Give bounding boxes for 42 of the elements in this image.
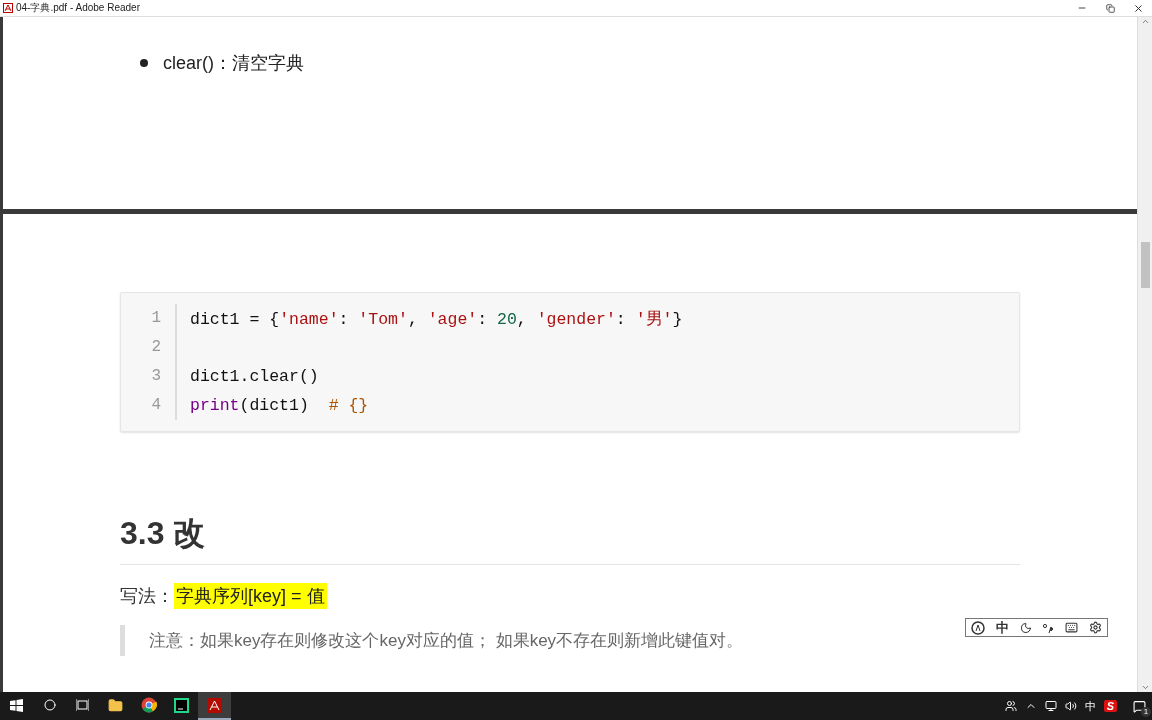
folder-icon[interactable] <box>108 697 123 713</box>
window-title: 04-字典.pdf - Adobe Reader <box>16 1 140 15</box>
code-line: dict1 = {'name': 'Tom', 'age': 20, 'gender': '男'} <box>190 308 683 330</box>
line-number: 1 <box>121 304 177 333</box>
moon-icon[interactable] <box>1019 621 1032 634</box>
people-icon[interactable] <box>1004 700 1017 712</box>
notification-count: 1 <box>1141 706 1151 717</box>
pdf-icon <box>3 3 13 13</box>
restore-icon[interactable] <box>1105 3 1115 13</box>
browser-icon[interactable] <box>140 697 157 713</box>
scrollbar[interactable] <box>1137 17 1152 692</box>
bullet-dot <box>140 59 148 67</box>
keyboard-icon[interactable] <box>1064 621 1078 634</box>
ime-mode-toggle[interactable]: 中 <box>996 618 1009 637</box>
note-text: 注意：如果key存在则修改这个key对应的值； 如果key不存在则新增此键值对。 <box>149 631 744 650</box>
ime-logo-icon <box>971 620 986 635</box>
pdf-reader-icon[interactable] <box>207 697 222 713</box>
pdf-reader-button[interactable] <box>198 692 231 720</box>
bullet-text: clear()：清空字典 <box>163 52 304 75</box>
punctuation-icon[interactable] <box>1042 621 1055 634</box>
notification-icon[interactable] <box>1133 699 1146 713</box>
ide-icon[interactable] <box>174 697 189 713</box>
search-icon[interactable] <box>43 699 56 711</box>
scroll-up-icon[interactable] <box>1140 17 1150 26</box>
volume-icon[interactable] <box>1064 700 1077 712</box>
windows-logo-icon[interactable] <box>10 698 23 712</box>
network-icon[interactable] <box>1044 700 1057 712</box>
input-language[interactable]: 中 <box>1084 698 1096 714</box>
scroll-thumb[interactable] <box>1140 242 1150 288</box>
line-number: 2 <box>121 333 177 362</box>
line-number: 4 <box>121 391 177 420</box>
code-line: print(dict1) # {} <box>190 396 369 415</box>
task-view-icon[interactable] <box>76 699 89 711</box>
settings-icon[interactable] <box>1088 621 1102 634</box>
close-icon[interactable] <box>1132 2 1144 14</box>
line-number: 3 <box>121 362 177 391</box>
section-heading: 3.3 改 <box>120 512 1020 565</box>
syntax-label: 写法： <box>120 585 174 608</box>
scroll-down-icon[interactable] <box>1140 683 1150 692</box>
code-line: dict1.clear() <box>190 367 319 386</box>
highlighted-syntax: 字典序列[key] = 值 <box>174 583 327 609</box>
ime-app-logo[interactable]: S <box>1103 700 1117 712</box>
